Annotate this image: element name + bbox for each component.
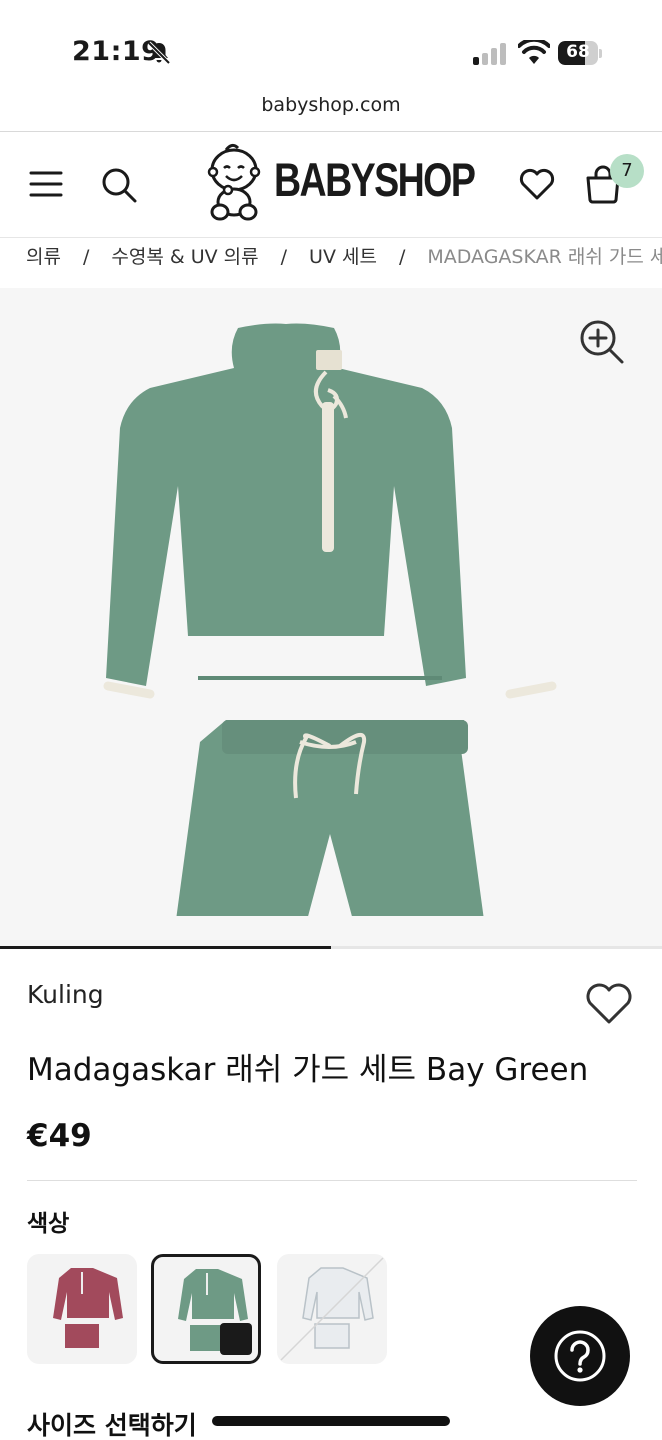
breadcrumb-item-clothing[interactable]: 의류 [26,242,61,269]
swatch-red-stripe[interactable] [27,1254,137,1364]
search-icon[interactable] [100,166,138,204]
selected-check-icon [220,1323,252,1355]
battery-percent: 68 [566,42,590,62]
heart-icon[interactable] [518,166,556,202]
breadcrumb: 의류 / 수영복 & UV 의류 / UV 세트 / MADAGASKAR 래쉬 가드 세트 [26,240,662,286]
logo-text[interactable]: BABYSHOP [274,152,476,207]
cart-count-badge[interactable]: 7 [610,154,644,188]
site-header: BABYSHOP 7 [0,132,662,238]
divider [27,1180,637,1181]
breadcrumb-separator: / [280,246,288,268]
product-image [103,323,557,916]
breadcrumb-separator: / [82,246,90,268]
swatch-red-stripe-image [53,1268,123,1348]
color-swatches [27,1254,447,1366]
swatch-white-stripe[interactable] [277,1254,387,1364]
swatch-white-stripe-image [280,1257,384,1361]
breadcrumb-separator: / [398,246,406,268]
url-text: babyshop.com [261,94,401,116]
size-select-label[interactable]: 사이즈 선택하기 [27,1406,197,1440]
status-bar: 21:19 68 [0,0,662,90]
product-price: €49 [27,1118,92,1154]
gallery-progress-fill [0,946,331,949]
color-label: 색상 [27,1211,70,1237]
question-icon [554,1330,606,1382]
home-indicator [212,1416,450,1426]
wifi-icon [518,40,550,64]
help-button[interactable] [530,1306,630,1406]
breadcrumb-item-current: MADAGASKAR 래쉬 가드 세트 [427,246,662,268]
logo-mascot-icon[interactable] [204,142,266,222]
address-bar[interactable]: babyshop.com [0,90,662,132]
battery-indicator: 68 [558,41,604,66]
breadcrumb-item-uv-sets[interactable]: UV 세트 [309,242,377,269]
brand-name-link[interactable]: Kuling [27,980,104,1009]
signal-icon [473,43,506,65]
product-title: Madagaskar 래쉬 가드 세트 Bay Green [27,1052,589,1088]
swatch-bay-green[interactable] [151,1254,261,1364]
product-image-gallery[interactable] [0,288,662,948]
bell-slash-icon [147,41,171,65]
breadcrumb-item-swimwear[interactable]: 수영복 & UV 의류 [111,242,258,269]
heart-icon[interactable] [584,980,634,1026]
gallery-progress-bar [0,946,662,949]
menu-icon[interactable] [28,168,64,200]
zoom-in-icon[interactable] [578,318,626,366]
